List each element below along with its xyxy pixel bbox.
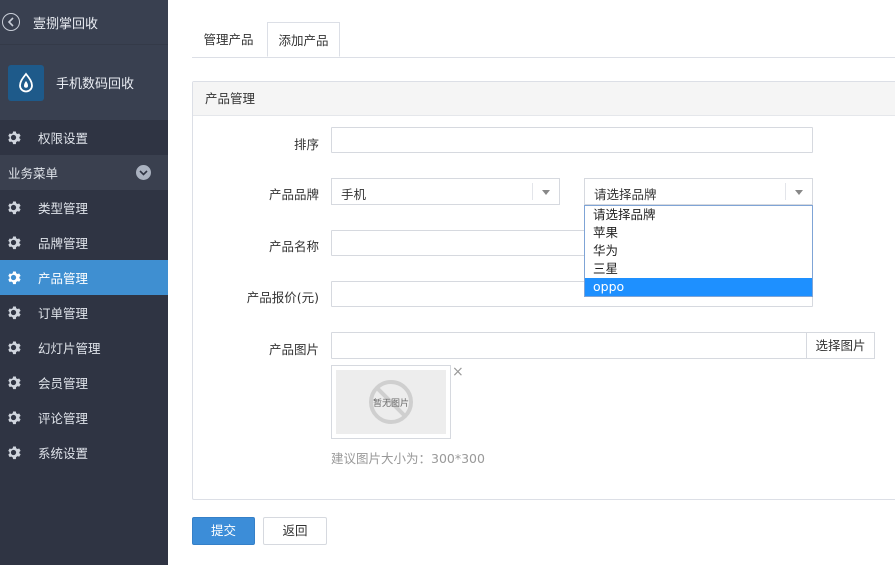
pick-image-button[interactable]: 选择图片 [806,332,875,359]
close-icon[interactable]: × [452,365,464,379]
sidebar-item[interactable]: 品牌管理 [0,225,168,260]
sidebar-item[interactable]: 幻灯片管理 [0,330,168,365]
sidebar-item[interactable]: 产品管理 [0,260,168,295]
sidebar-item[interactable]: 会员管理 [0,365,168,400]
chevron-down-icon [532,183,559,200]
brand-dropdown-list: 请选择品牌 苹果 华为 三星 oppo [584,205,813,297]
product-name-label: 产品名称 [268,239,319,254]
sort-label: 排序 [293,137,319,152]
app-logo-icon [8,64,44,101]
image-label: 产品图片 [268,342,319,357]
gear-icon [5,410,21,426]
image-preview: 暂无图片 [331,365,451,439]
brand-option[interactable]: 华为 [585,242,812,260]
brand-option[interactable]: 请选择品牌 [585,206,812,224]
business-menu-list: 类型管理品牌管理产品管理订单管理幻灯片管理会员管理评论管理系统设置 [0,190,168,470]
gear-icon [5,445,21,461]
gear-icon [5,305,21,321]
sidebar-item[interactable]: 订单管理 [0,295,168,330]
sidebar-header: 壹捌掌回收 [0,0,168,44]
sidebar-item-label: 订单管理 [38,306,89,321]
back-button[interactable]: 返回 [263,517,327,545]
no-image-placeholder: 暂无图片 [336,370,446,434]
chevron-down-icon [136,165,151,180]
brand-option[interactable]: 三星 [585,260,812,278]
submit-button[interactable]: 提交 [192,517,255,545]
sidebar-item-label: 类型管理 [38,201,89,216]
image-size-hint: 建议图片大小为：300*300 [331,451,485,466]
sidebar-item-label: 评论管理 [38,411,89,426]
sidebar-item[interactable]: 评论管理 [0,400,168,435]
category-select[interactable]: 手机 [331,178,560,205]
sidebar-item-label: 幻灯片管理 [38,341,101,356]
business-menu-group[interactable]: 业务菜单 [0,155,168,190]
no-image-icon: 暂无图片 [369,380,413,424]
gear-icon [5,200,21,216]
app-title: 壹捌掌回收 [33,16,99,32]
image-path-input[interactable] [331,332,807,359]
sidebar-item-label: 品牌管理 [38,236,89,251]
gear-icon [5,235,21,251]
group-label: 业务菜单 [8,166,59,181]
sidebar-item[interactable]: 类型管理 [0,190,168,225]
sidebar-item[interactable]: 系统设置 [0,435,168,470]
tab-bar: 管理产品 添加产品 [192,22,895,58]
panel-title: 产品管理 [193,82,895,116]
sidebar-item-label: 产品管理 [38,271,89,286]
chevron-down-icon [785,183,812,200]
sidebar-item-permissions[interactable]: 权限设置 [0,120,168,155]
brand-option[interactable]: oppo [585,278,812,296]
sidebar-item-label: 会员管理 [38,376,89,391]
tab-add-product[interactable]: 添加产品 [267,22,340,57]
brand-select-value: 请选择品牌 [594,187,657,202]
brand-select[interactable]: 请选择品牌 [584,178,813,205]
account-block: 手机数码回收 [0,44,168,120]
sort-input[interactable] [331,127,813,153]
tab-manage-products[interactable]: 管理产品 [192,22,265,57]
gear-icon [5,375,21,391]
no-image-text: 暂无图片 [373,397,409,409]
back-icon[interactable] [2,13,20,31]
price-label: 产品报价(元) [246,290,319,305]
sidebar-item-label: 系统设置 [38,446,89,461]
sidebar-item-label: 权限设置 [38,131,89,146]
gear-icon [5,130,21,146]
sidebar: 壹捌掌回收 手机数码回收 权限设置 业务菜单 类型管理品牌管理产品管理订单管理幻… [0,0,168,565]
category-select-value: 手机 [341,187,367,202]
account-name: 手机数码回收 [56,77,135,92]
brand-option[interactable]: 苹果 [585,224,812,242]
gear-icon [5,340,21,356]
brand-label: 产品品牌 [268,187,319,202]
gear-icon [5,270,21,286]
